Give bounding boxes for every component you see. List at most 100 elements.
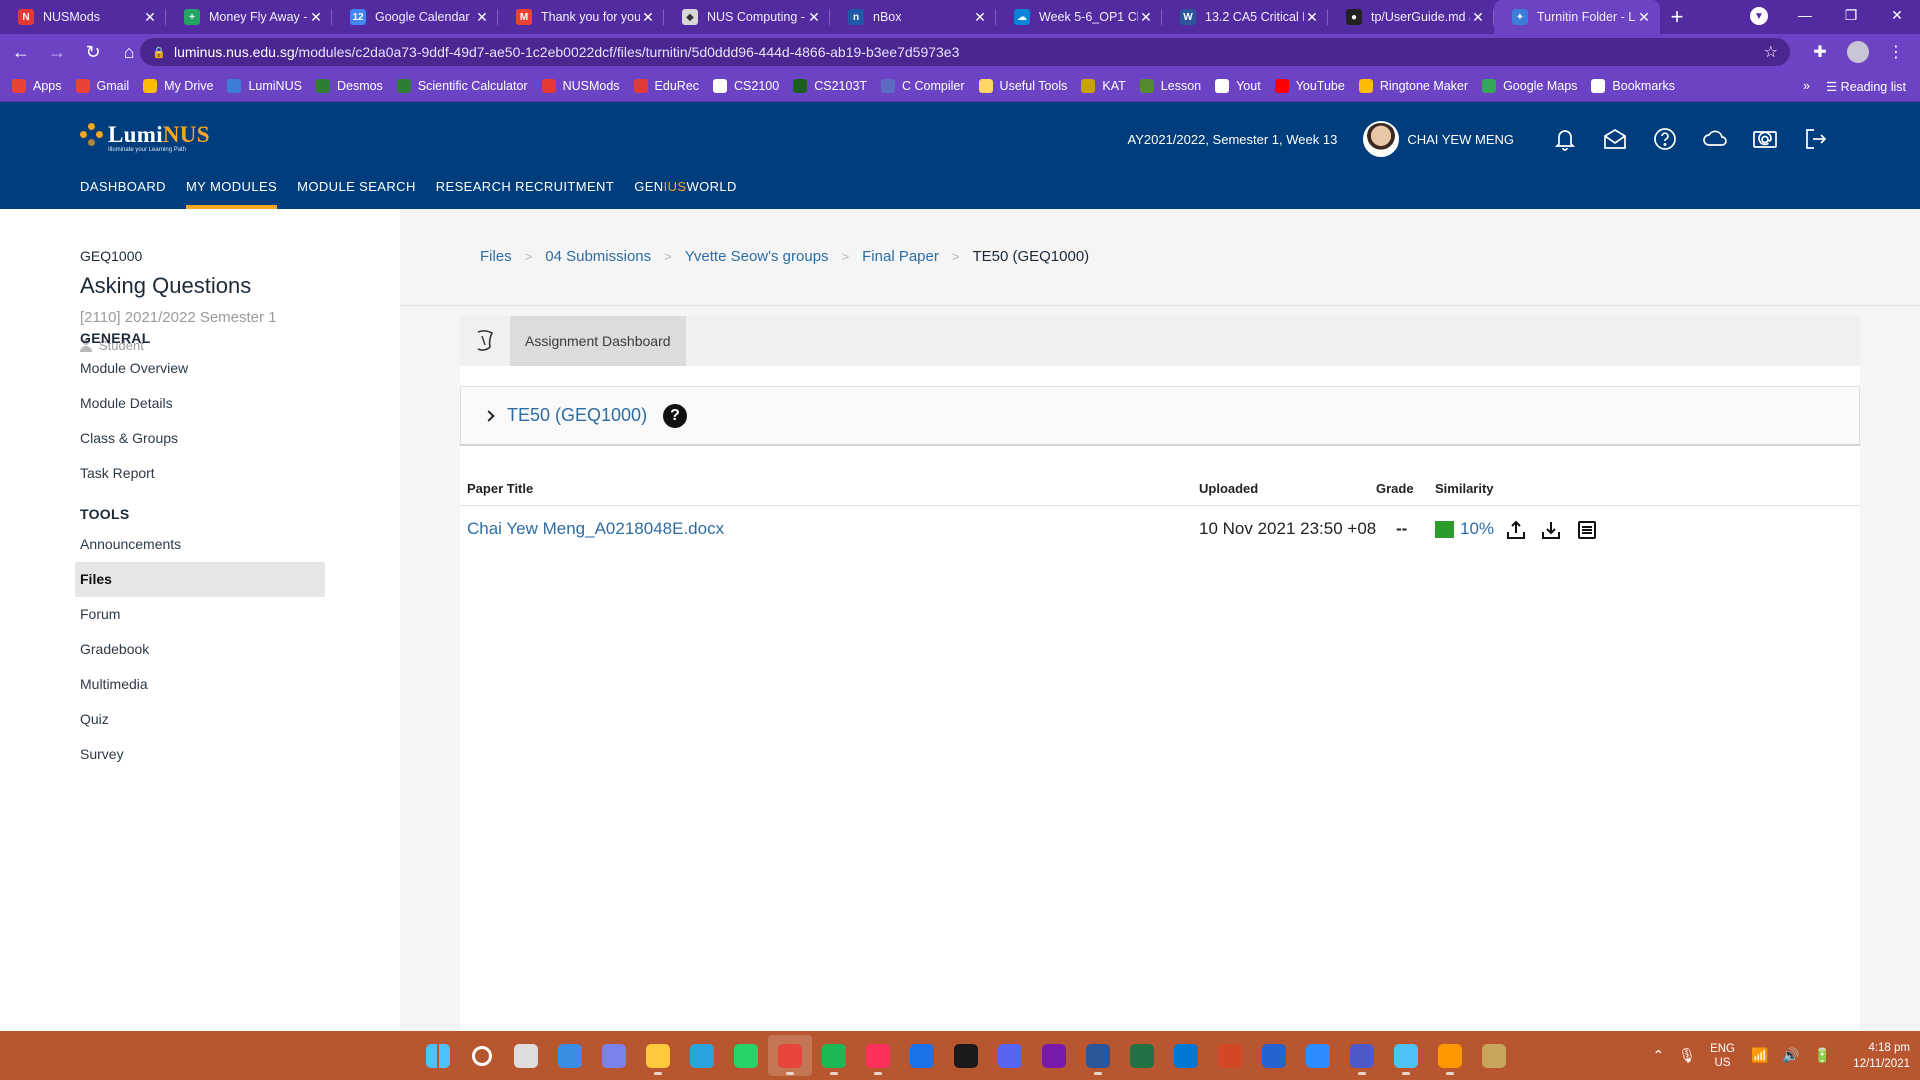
- bookmark-item[interactable]: NUSMods: [541, 78, 620, 93]
- clock[interactable]: 4:18 pm 12/11/2021: [1853, 1040, 1910, 1072]
- receipt-list-icon[interactable]: [1572, 515, 1602, 545]
- terminal-taskbar-icon[interactable]: [944, 1035, 988, 1076]
- browser-tab[interactable]: ✦ Turnitin Folder - Lu ✕: [1494, 0, 1660, 34]
- nav-geniusworld[interactable]: GENIUSWORLD: [634, 179, 737, 209]
- file-explorer-taskbar-icon[interactable]: [636, 1035, 680, 1076]
- more-bookmarks-icon[interactable]: »: [1803, 79, 1810, 93]
- tray-overflow-icon[interactable]: ⌃: [1653, 1047, 1665, 1064]
- browser-tab[interactable]: ☁ Week 5-6_OP1 Cla ✕: [996, 0, 1162, 34]
- sidebar-item-task-report[interactable]: Task Report: [75, 456, 325, 491]
- bookmark-star-icon[interactable]: ☆: [1764, 42, 1778, 62]
- upload-icon[interactable]: [1501, 515, 1531, 545]
- browser-tab[interactable]: 12 Google Calendar - ✕: [332, 0, 498, 34]
- whatsapp-taskbar-icon[interactable]: [724, 1035, 768, 1076]
- lock-icon[interactable]: 🔒: [152, 46, 166, 59]
- sidebar-item-survey[interactable]: Survey: [75, 737, 325, 772]
- logout-icon[interactable]: [1790, 119, 1840, 159]
- bookmark-item[interactable]: Lesson: [1139, 78, 1201, 93]
- chevron-right-icon[interactable]: [483, 409, 497, 423]
- bookmark-item[interactable]: Desmos: [315, 78, 383, 93]
- breadcrumb-item[interactable]: Yvette Seow's groups: [685, 248, 829, 265]
- bookmark-item[interactable]: LumiNUS: [227, 78, 302, 93]
- browser-tab[interactable]: n nBox ✕: [830, 0, 996, 34]
- menu-icon[interactable]: ⋮: [1882, 38, 1910, 66]
- telegram-taskbar-icon[interactable]: [680, 1035, 724, 1076]
- tab-close-icon[interactable]: ✕: [308, 9, 324, 26]
- nav-research-recruitment[interactable]: RESEARCH RECRUITMENT: [436, 179, 614, 209]
- bookmark-item[interactable]: Apps: [12, 78, 62, 93]
- new-tab-button[interactable]: +: [1660, 0, 1694, 34]
- sidebar-item-quiz[interactable]: Quiz: [75, 702, 325, 737]
- tab-close-icon[interactable]: ✕: [1304, 9, 1320, 26]
- microphone-icon[interactable]: 🎙: [1678, 1047, 1696, 1064]
- spotify-taskbar-icon[interactable]: [812, 1035, 856, 1076]
- minimize-icon[interactable]: —: [1782, 0, 1828, 30]
- profile-avatar[interactable]: [1844, 38, 1872, 66]
- tab-close-icon[interactable]: ✕: [972, 9, 988, 26]
- help-circle-icon[interactable]: ?: [663, 403, 688, 428]
- sidebar-item-multimedia[interactable]: Multimedia: [75, 667, 325, 702]
- reload-icon[interactable]: ↻: [78, 37, 108, 67]
- close-window-icon[interactable]: ✕: [1874, 0, 1920, 30]
- browser-tab[interactable]: W 13.2 CA5 Critical Re✕: [1162, 0, 1328, 34]
- excel-taskbar-icon[interactable]: [1120, 1035, 1164, 1076]
- browser-tab[interactable]: M Thank you for your ✕: [498, 0, 664, 34]
- tab-close-icon[interactable]: ✕: [142, 9, 158, 26]
- tab-close-icon[interactable]: ✕: [1636, 9, 1652, 26]
- breadcrumb-item[interactable]: Final Paper: [862, 248, 939, 265]
- notifications-bell-icon[interactable]: [1540, 119, 1590, 159]
- tab-close-icon[interactable]: ✕: [640, 9, 656, 26]
- download-icon[interactable]: [1536, 515, 1566, 545]
- restore-icon[interactable]: ❐: [1828, 0, 1874, 30]
- search-taskbar-icon[interactable]: [460, 1035, 504, 1076]
- extensions-icon[interactable]: ✚: [1806, 38, 1834, 66]
- reading-list-button[interactable]: ☰ Reading list: [1826, 79, 1906, 94]
- similarity-report-link[interactable]: 10%: [1435, 519, 1494, 539]
- paper-title-link[interactable]: Chai Yew Meng_A0218048E.docx: [467, 519, 724, 539]
- user-profile[interactable]: CHAI YEW MENG: [1363, 121, 1514, 157]
- start-taskbar-icon[interactable]: [416, 1035, 460, 1076]
- task-view-taskbar-icon[interactable]: [504, 1035, 548, 1076]
- browser-tab[interactable]: + Money Fly Away - ✕: [166, 0, 332, 34]
- mail-icon[interactable]: [1590, 119, 1640, 159]
- word-taskbar-icon[interactable]: [1076, 1035, 1120, 1076]
- bookmark-item[interactable]: YouTube: [1274, 78, 1345, 93]
- bookmark-item[interactable]: KAT: [1081, 78, 1126, 93]
- volume-icon[interactable]: 🔊: [1782, 1047, 1799, 1064]
- assignment-dashboard-button[interactable]: Assignment Dashboard: [510, 316, 686, 366]
- browser-tab[interactable]: ● tp/UserGuide.md a ✕: [1328, 0, 1494, 34]
- sidebar-item-gradebook[interactable]: Gradebook: [75, 632, 325, 667]
- notepad-taskbar-icon[interactable]: [1384, 1035, 1428, 1076]
- battery-icon[interactable]: 🔋: [1814, 1047, 1831, 1064]
- contacts-taskbar-icon[interactable]: [1472, 1035, 1516, 1076]
- bookmark-item[interactable]: My Drive: [143, 78, 213, 93]
- tab-close-icon[interactable]: ✕: [1470, 9, 1486, 26]
- sidebar-item-forum[interactable]: Forum: [75, 597, 325, 632]
- bookmark-item[interactable]: CS2103T: [793, 78, 867, 93]
- email-at-icon[interactable]: [1740, 119, 1790, 159]
- tab-close-icon[interactable]: ✕: [1138, 9, 1154, 26]
- sidebar-item-announcements[interactable]: Announcements: [75, 527, 325, 562]
- tab-close-icon[interactable]: ✕: [806, 9, 822, 26]
- browser-tab[interactable]: N NUSMods ✕: [0, 0, 166, 34]
- zoom-taskbar-icon[interactable]: [1296, 1035, 1340, 1076]
- teams-taskbar-icon[interactable]: [1340, 1035, 1384, 1076]
- back-icon[interactable]: ←: [6, 37, 36, 67]
- tab-search-icon[interactable]: ▼: [1750, 7, 1768, 25]
- address-bar[interactable]: 🔒 luminus.nus.edu.sg/modules/c2da0a73-9d…: [140, 38, 1790, 66]
- sublime-taskbar-icon[interactable]: [1428, 1035, 1472, 1076]
- bookmark-item[interactable]: C Compiler: [881, 78, 965, 93]
- widgets-taskbar-icon[interactable]: [548, 1035, 592, 1076]
- onenote-taskbar-icon[interactable]: [1032, 1035, 1076, 1076]
- cloud-icon[interactable]: [1690, 119, 1740, 159]
- outlook-taskbar-icon[interactable]: [1164, 1035, 1208, 1076]
- todo-taskbar-icon[interactable]: [1252, 1035, 1296, 1076]
- nav-my-modules[interactable]: MY MODULES: [185, 179, 278, 209]
- luminus-logo[interactable]: LumiNUS Illuminate your Learning Path: [80, 122, 210, 153]
- wifi-icon[interactable]: 📶: [1751, 1047, 1768, 1064]
- intellij-taskbar-icon[interactable]: [856, 1035, 900, 1076]
- bookmark-item[interactable]: Bookmarks: [1591, 78, 1675, 93]
- chat-taskbar-icon[interactable]: [592, 1035, 636, 1076]
- bookmark-item[interactable]: EduRec: [633, 78, 699, 93]
- forward-icon[interactable]: →: [42, 37, 72, 67]
